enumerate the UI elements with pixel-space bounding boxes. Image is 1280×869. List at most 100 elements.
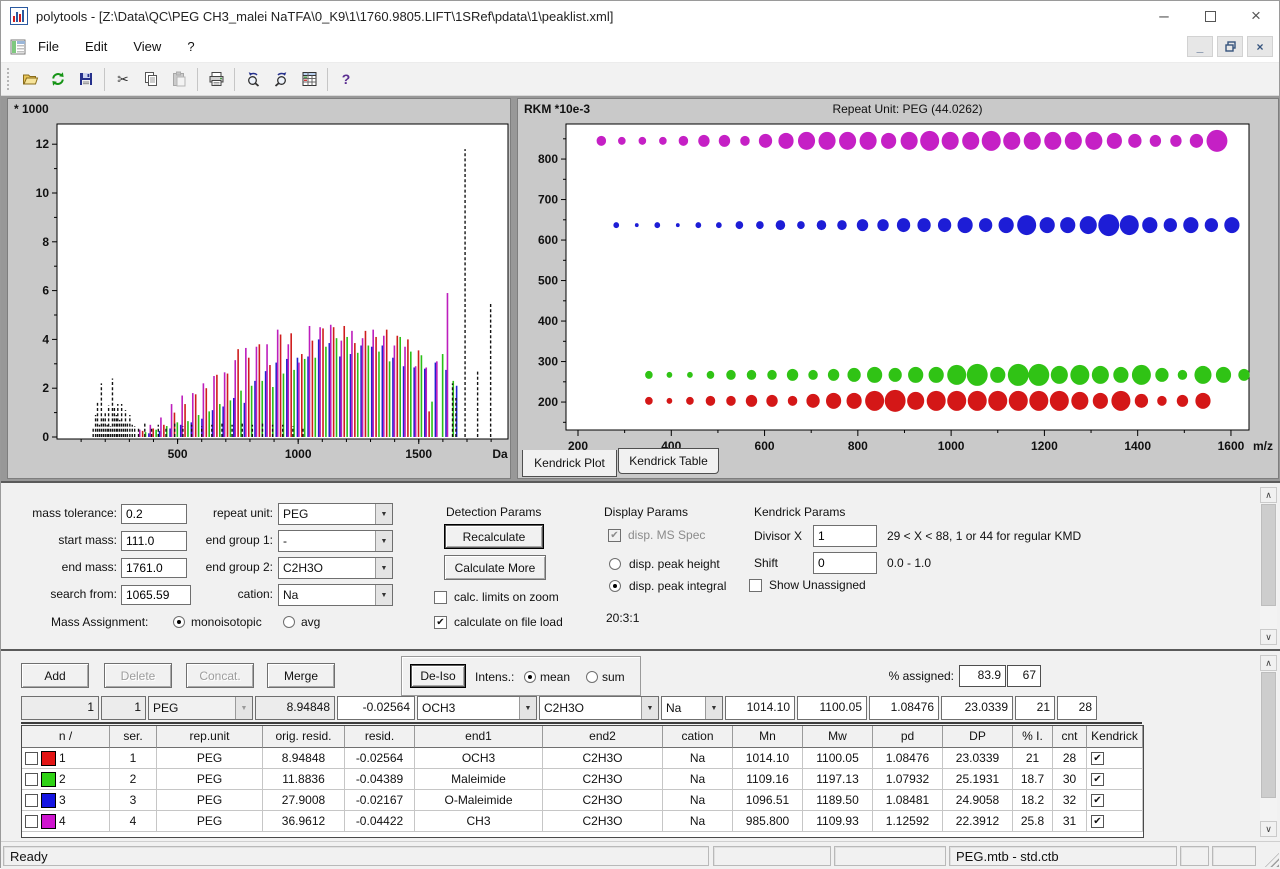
kendrick-plot[interactable]: RKM *10e-3Repeat Unit: PEG (44.0262)2003…: [518, 99, 1278, 451]
chevron-down-icon[interactable]: ▼: [375, 585, 392, 605]
kendrick-checkbox[interactable]: [1091, 815, 1104, 828]
mass-spectrum-plot[interactable]: * 100002468101250010001500Da: [8, 99, 510, 478]
column-header[interactable]: cnt: [1053, 726, 1087, 748]
editor-pct-i[interactable]: 21: [1015, 696, 1055, 720]
row-select-checkbox[interactable]: [25, 773, 38, 786]
recalculate-button[interactable]: Recalculate: [444, 524, 544, 549]
search-from-input[interactable]: [121, 585, 191, 605]
avg-radio[interactable]: [283, 616, 295, 628]
calc-limits-on-zoom-checkbox[interactable]: [434, 591, 447, 604]
copy-icon[interactable]: [137, 66, 165, 93]
row-select-checkbox[interactable]: [25, 752, 38, 765]
editor-pd[interactable]: 1.08476: [869, 696, 939, 720]
mdi-restore-icon[interactable]: [1217, 36, 1243, 57]
params-scrollbar[interactable]: ∧ ∨: [1260, 487, 1277, 645]
column-header[interactable]: DP: [943, 726, 1013, 748]
maximize-icon[interactable]: [1187, 1, 1233, 31]
menu-help[interactable]: ?: [175, 39, 208, 54]
show-unassigned-checkbox[interactable]: [749, 579, 762, 592]
end-group-1-select[interactable]: -▼: [278, 530, 393, 552]
chevron-down-icon[interactable]: ▼: [235, 697, 252, 719]
editor-row-index[interactable]: 1: [21, 696, 99, 720]
mdi-close-icon[interactable]: ×: [1247, 36, 1273, 57]
editor-mw[interactable]: 1100.05: [797, 696, 867, 720]
editor-end1[interactable]: OCH3▼: [417, 696, 537, 720]
concat-button[interactable]: Concat.: [186, 663, 254, 688]
mass-tolerance-input[interactable]: [121, 504, 187, 524]
scroll-down-icon[interactable]: ∨: [1260, 821, 1277, 837]
column-header[interactable]: pd: [873, 726, 943, 748]
chevron-down-icon[interactable]: ▼: [375, 504, 392, 524]
editor-resid[interactable]: -0.02564: [337, 696, 415, 720]
column-header[interactable]: orig. resid.: [263, 726, 345, 748]
help-icon[interactable]: ?: [332, 66, 360, 93]
column-header[interactable]: % I.: [1013, 726, 1053, 748]
peak-table-icon[interactable]: [295, 66, 323, 93]
merge-button[interactable]: Merge: [267, 663, 335, 688]
editor-series-index[interactable]: 1: [101, 696, 146, 720]
params-scroll-thumb[interactable]: [1261, 504, 1276, 606]
intens-mean-radio[interactable]: [524, 671, 536, 683]
chevron-down-icon[interactable]: ▼: [375, 531, 392, 551]
tab-kendrick-table[interactable]: Kendrick Table: [618, 448, 719, 474]
toolbar-grip[interactable]: [7, 68, 10, 90]
de-iso-button[interactable]: De-Iso: [410, 664, 466, 688]
menu-view[interactable]: View: [121, 39, 175, 54]
disp-peak-integral-radio[interactable]: [609, 580, 621, 592]
cut-icon[interactable]: ✂: [109, 66, 137, 93]
kendrick-checkbox[interactable]: [1091, 752, 1104, 765]
chevron-down-icon[interactable]: ▼: [641, 697, 658, 719]
resize-grip[interactable]: [1265, 853, 1279, 867]
shift-input[interactable]: [813, 552, 877, 574]
column-header[interactable]: rep.unit: [157, 726, 263, 748]
cation-select[interactable]: Na▼: [278, 584, 393, 606]
column-header[interactable]: Mw: [803, 726, 873, 748]
chevron-down-icon[interactable]: ▼: [705, 697, 722, 719]
zoom-next-icon[interactable]: [267, 66, 295, 93]
calculate-on-file-load-checkbox[interactable]: [434, 616, 447, 629]
column-header[interactable]: cation: [663, 726, 733, 748]
menu-edit[interactable]: Edit: [73, 39, 121, 54]
column-header[interactable]: resid.: [345, 726, 415, 748]
row-select-checkbox[interactable]: [25, 815, 38, 828]
chevron-down-icon[interactable]: ▼: [375, 558, 392, 578]
editor-mn[interactable]: 1014.10: [725, 696, 795, 720]
close-icon[interactable]: ×: [1233, 1, 1279, 31]
scroll-up-icon[interactable]: ∧: [1260, 655, 1277, 671]
table-row[interactable]: 22PEG11.8836-0.04389MaleimideC2H3ONa1109…: [22, 769, 1143, 790]
divisor-input[interactable]: [813, 525, 877, 547]
kendrick-checkbox[interactable]: [1091, 794, 1104, 807]
save-icon[interactable]: [72, 66, 100, 93]
zoom-previous-icon[interactable]: [239, 66, 267, 93]
editor-end2[interactable]: C2H3O▼: [539, 696, 659, 720]
column-header[interactable]: end2: [543, 726, 663, 748]
table-scrollbar[interactable]: ∧ ∨: [1260, 655, 1277, 837]
repeat-unit-select[interactable]: PEG▼: [278, 503, 393, 525]
editor-dp[interactable]: 23.0339: [941, 696, 1013, 720]
column-header[interactable]: Kendrick: [1087, 726, 1143, 748]
calculate-more-button[interactable]: Calculate More: [444, 555, 546, 580]
mdi-minimize-icon[interactable]: _: [1187, 36, 1213, 57]
open-file-icon[interactable]: [16, 66, 44, 93]
paste-icon[interactable]: [165, 66, 193, 93]
intens-sum-radio[interactable]: [586, 671, 598, 683]
editor-rep-unit[interactable]: PEG▼: [148, 696, 253, 720]
table-row[interactable]: 33PEG27.9008-0.02167O-MaleimideC2H3ONa10…: [22, 790, 1143, 811]
column-header[interactable]: Mn: [733, 726, 803, 748]
column-header[interactable]: n /: [22, 726, 110, 748]
refresh-icon[interactable]: [44, 66, 72, 93]
column-header[interactable]: ser.: [110, 726, 157, 748]
kendrick-checkbox[interactable]: [1091, 773, 1104, 786]
monoisotopic-radio[interactable]: [173, 616, 185, 628]
tab-kendrick-plot[interactable]: Kendrick Plot: [522, 450, 617, 477]
editor-cnt[interactable]: 28: [1057, 696, 1097, 720]
table-row[interactable]: 11PEG8.94848-0.02564OCH3C2H3ONa1014.1011…: [22, 748, 1143, 769]
print-icon[interactable]: [202, 66, 230, 93]
table-scroll-thumb[interactable]: [1261, 672, 1276, 798]
row-select-checkbox[interactable]: [25, 794, 38, 807]
disp-peak-height-radio[interactable]: [609, 558, 621, 570]
delete-button[interactable]: Delete: [104, 663, 172, 688]
end-mass-input[interactable]: [121, 558, 187, 578]
editor-orig-resid[interactable]: 8.94848: [255, 696, 335, 720]
chevron-down-icon[interactable]: ▼: [519, 697, 536, 719]
